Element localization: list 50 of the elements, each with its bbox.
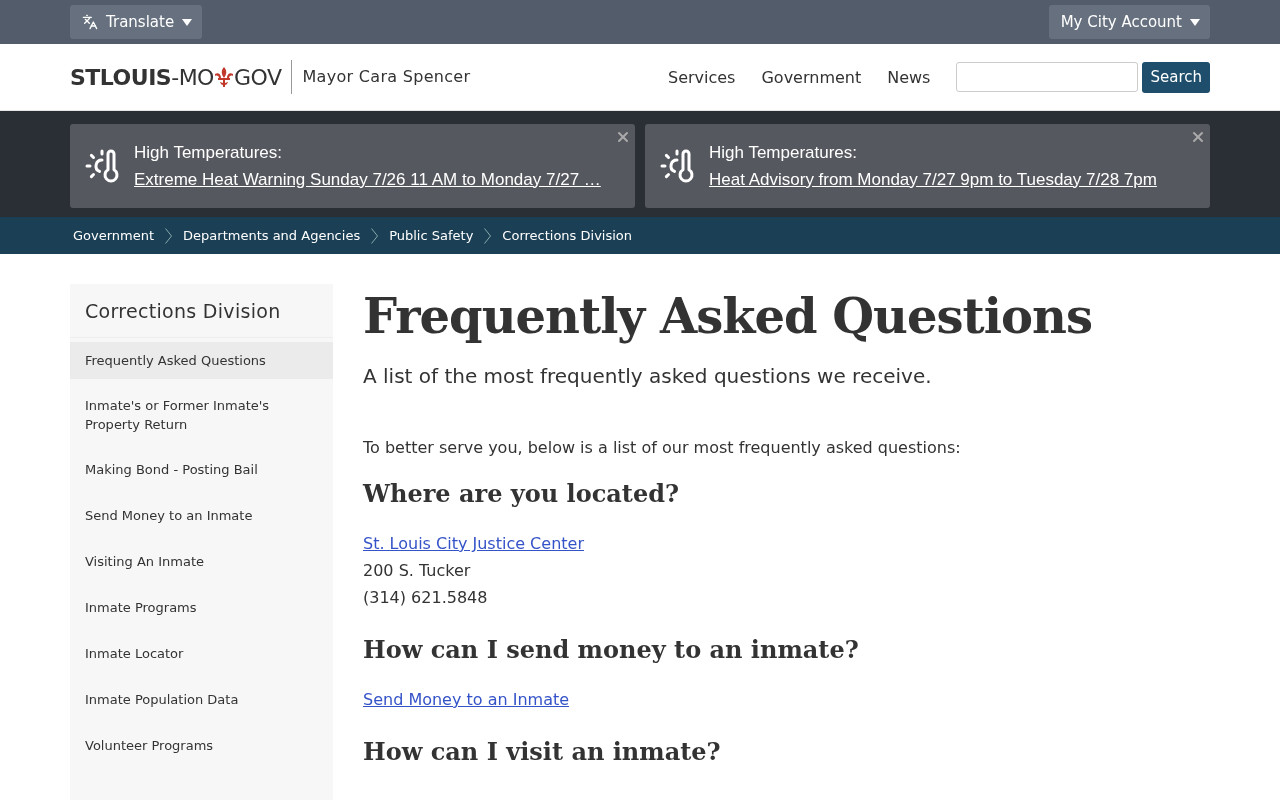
answer-text: 200 S. Tucker	[363, 560, 472, 582]
alert-link[interactable]: Extreme Heat Warning Sunday 7/26 11 AM to Monday 7/27 …	[134, 169, 601, 190]
sidebar-item[interactable]: Inmate Population Data	[70, 681, 333, 718]
sidebar-item[interactable]: Making Bond - Posting Bail	[70, 451, 333, 488]
question-heading: Where are you located?	[363, 479, 680, 508]
close-button[interactable]	[615, 129, 631, 145]
page-title: Frequently Asked Questions	[363, 288, 1093, 344]
logo-wordmark: GOV	[233, 64, 282, 90]
answer-text: (314) 621.5848	[363, 587, 489, 609]
search-field[interactable]	[956, 62, 1139, 92]
alert-title: High Temperatures:	[709, 142, 859, 163]
search-button[interactable]: Search	[1142, 61, 1210, 93]
question-heading: How can I visit an inmate?	[363, 737, 722, 766]
sidebar-item[interactable]: Frequently Asked Questions	[70, 342, 333, 379]
alert-link[interactable]: Heat Advisory from Monday 7/27 9pm to Tuesday 7/28 7pm	[709, 169, 1157, 190]
page-lead: A list of the most frequently asked questions we receive.	[363, 364, 933, 388]
account-button[interactable]: My City Account	[1048, 5, 1210, 39]
thermometer-sun-icon	[659, 148, 695, 184]
sidebar-item[interactable]: Inmate Locator	[70, 635, 333, 672]
sidebar-title: Corrections Division	[70, 284, 333, 338]
answer-link[interactable]: St. Louis City Justice Center	[363, 530, 1210, 557]
caret-icon	[182, 18, 193, 26]
chevron-icon	[165, 227, 173, 244]
mayor-name: Mayor Cara Spencer	[291, 60, 471, 94]
chevron-icon	[484, 227, 492, 244]
logo-wordmark: STLOUIS-MO	[70, 64, 214, 90]
fleur-de-lis-icon	[213, 66, 234, 88]
close-button[interactable]	[1190, 129, 1206, 145]
sidebar-item[interactable]: Visiting An Inmate	[70, 543, 333, 580]
translate-icon	[82, 14, 98, 30]
alert-title: High Temperatures:	[134, 142, 284, 163]
chevron-icon	[371, 227, 379, 244]
nav-link[interactable]: News	[887, 67, 931, 87]
intro-text: To better serve you, below is a list of our most frequently asked questions:	[363, 438, 962, 457]
breadcrumb-link[interactable]: Corrections Division	[499, 228, 636, 243]
breadcrumb-link[interactable]: Public Safety	[386, 228, 477, 243]
breadcrumb-link[interactable]: Government	[70, 228, 158, 243]
nav-link[interactable]: Government	[761, 67, 862, 87]
answer-link[interactable]: Send Money to an Inmate	[363, 686, 1210, 713]
translate-button[interactable]: Translate	[70, 5, 203, 39]
breadcrumb-link[interactable]: Departments and Agencies	[180, 228, 364, 243]
sidebar-item[interactable]: Send Money to an Inmate	[70, 497, 333, 534]
sidebar-item[interactable]: Inmate Programs	[70, 589, 333, 626]
caret-icon	[1190, 18, 1200, 26]
sidebar-item[interactable]: Volunteer Programs	[70, 727, 333, 764]
nav-link[interactable]: Services	[667, 67, 736, 87]
sidebar-item[interactable]: Inmate's or Former Inmate's Property Return	[70, 388, 333, 442]
question-heading: How can I send money to an inmate?	[363, 635, 860, 664]
thermometer-sun-icon	[84, 148, 120, 184]
site-logo[interactable]: STLOUIS-MO GOV	[70, 64, 282, 90]
